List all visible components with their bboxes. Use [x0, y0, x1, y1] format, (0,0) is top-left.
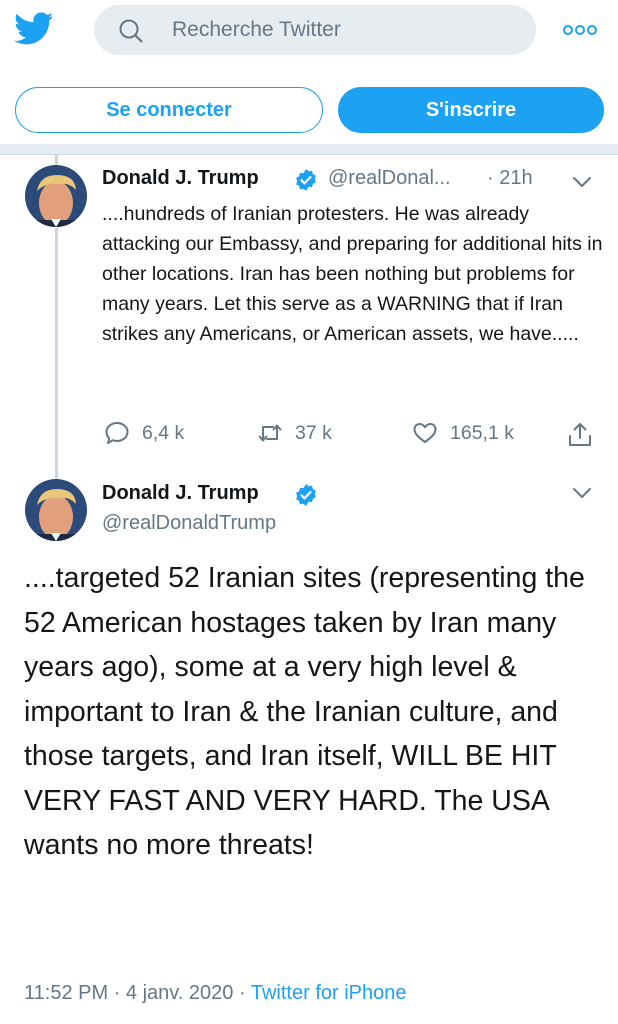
avatar-image — [25, 479, 87, 541]
top-bar: Recherche Twitter — [0, 0, 618, 72]
meta-separator: · — [113, 982, 121, 1004]
tweet-text: ....hundreds of Iranian protesters. He w… — [102, 203, 603, 345]
retweet-icon — [258, 424, 282, 442]
signup-button[interactable]: S'inscrire — [338, 87, 604, 133]
tweet-date[interactable]: 4 janv. 2020 — [126, 982, 234, 1004]
tweet-source[interactable]: Twitter for iPhone — [251, 982, 407, 1004]
reply-icon — [105, 422, 129, 444]
twitter-bird-icon[interactable] — [14, 12, 54, 46]
tweet-time[interactable]: 11:52 PM — [24, 982, 108, 1004]
chevron-down-icon[interactable] — [571, 486, 593, 500]
tweet-author-name[interactable]: Donald J. Trump — [102, 167, 259, 190]
more-options-icon[interactable] — [562, 24, 598, 36]
avatar[interactable] — [25, 479, 87, 541]
tweet-meta: 11:52 PM · 4 janv. 2020 · Twitter for iP… — [24, 982, 406, 1005]
search-input[interactable]: Recherche Twitter — [94, 5, 536, 55]
avatar-image — [25, 165, 87, 227]
heart-icon — [413, 423, 437, 443]
search-placeholder: Recherche Twitter — [172, 18, 341, 41]
verified-badge-icon — [296, 484, 316, 506]
thread-line — [55, 228, 58, 480]
like-button[interactable]: 165,1 k — [412, 420, 514, 446]
reply-button[interactable]: 6,4 k — [104, 420, 184, 446]
tweet-time[interactable]: · 21h — [487, 167, 533, 190]
retweet-button[interactable]: 37 k — [257, 420, 332, 446]
tweet-text: ....targeted 52 Iranian sites (represent… — [24, 562, 585, 861]
meta-separator: · — [238, 982, 246, 1004]
tweet-author-handle[interactable]: @realDonaldTrump — [102, 512, 276, 535]
tweet-author-name[interactable]: Donald J. Trump — [102, 482, 259, 505]
reply-count: 6,4 k — [142, 421, 185, 444]
retweet-count: 37 k — [295, 421, 332, 444]
tweet-author-handle[interactable]: @realDonal... — [328, 167, 451, 190]
avatar[interactable] — [25, 165, 87, 227]
chevron-down-icon[interactable] — [571, 175, 593, 189]
like-count: 165,1 k — [450, 421, 514, 444]
share-icon[interactable] — [566, 421, 594, 449]
verified-badge-icon — [296, 169, 316, 191]
search-icon — [119, 19, 143, 43]
section-divider — [0, 144, 618, 155]
login-button[interactable]: Se connecter — [15, 87, 323, 133]
